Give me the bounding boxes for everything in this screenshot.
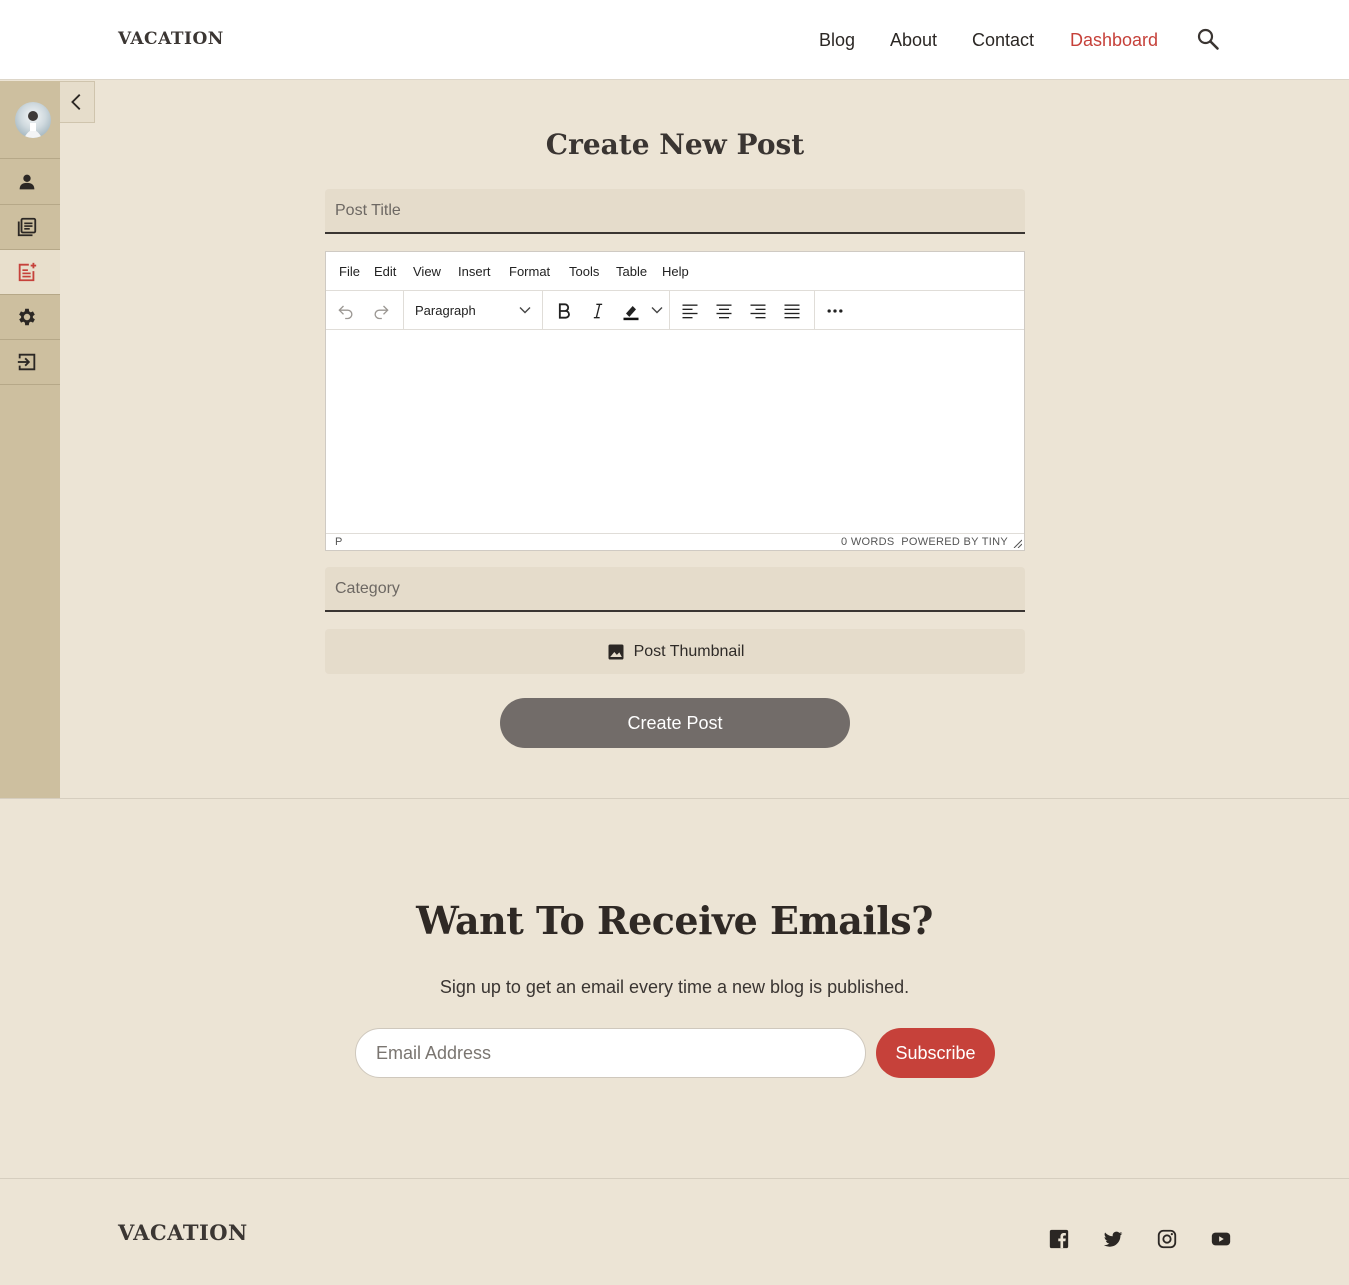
sidebar-avatar-slot	[0, 81, 60, 159]
undo-button[interactable]	[334, 299, 358, 323]
post-title-input[interactable]	[325, 189, 1025, 234]
status-right: 0 WORDS POWERED BY TINY	[841, 536, 1008, 548]
align-right-icon	[750, 304, 766, 319]
menu-insert[interactable]: Insert	[458, 264, 491, 279]
justify-icon	[784, 304, 800, 319]
menu-edit[interactable]: Edit	[374, 264, 396, 279]
page-title: Create New Post	[545, 128, 805, 161]
nav-blog[interactable]: Blog	[819, 29, 855, 51]
footer-brand-logo[interactable]: VACATION	[118, 1220, 248, 1245]
twitter-icon[interactable]	[1102, 1228, 1124, 1250]
category-input[interactable]	[325, 567, 1025, 612]
avatar[interactable]	[15, 102, 51, 138]
site-header: VACATION Blog About Contact Dashboard	[0, 0, 1349, 80]
sidebar-item-profile[interactable]	[0, 160, 60, 205]
justify-button[interactable]	[780, 299, 804, 323]
email-field[interactable]	[355, 1028, 866, 1078]
powered-by-link[interactable]: POWERED BY TINY	[901, 536, 1008, 548]
chevron-down-icon[interactable]	[518, 303, 532, 317]
element-path[interactable]: P	[335, 536, 342, 548]
more-button[interactable]	[823, 299, 847, 323]
main-nav: Blog About Contact Dashboard	[0, 29, 1349, 53]
bold-button[interactable]	[552, 299, 576, 323]
redo-button[interactable]	[369, 299, 393, 323]
sidebar-item-logout[interactable]	[0, 340, 60, 385]
section-divider	[0, 798, 1349, 799]
avatar-person-icon	[24, 111, 42, 138]
dashboard-sidebar	[0, 81, 60, 798]
sidebar-item-settings[interactable]	[0, 295, 60, 340]
posts-icon	[17, 217, 37, 237]
newsletter-subtitle: Sign up to get an email every time a new…	[439, 977, 910, 997]
sidebar-item-posts[interactable]	[0, 205, 60, 250]
image-icon	[608, 644, 624, 659]
redo-icon	[374, 305, 389, 320]
footer-divider	[0, 1178, 1349, 1179]
editor-toolbar: Paragraph	[326, 291, 1024, 330]
menu-table[interactable]: Table	[616, 264, 647, 279]
chevron-left-icon	[71, 94, 81, 110]
menu-format[interactable]: Format	[509, 264, 550, 279]
editor-statusbar: P 0 WORDS POWERED BY TINY	[326, 533, 1024, 550]
nav-about[interactable]: About	[890, 29, 937, 51]
more-icon	[827, 309, 843, 313]
editor-content-area[interactable]	[326, 331, 1024, 532]
facebook-icon[interactable]	[1048, 1228, 1070, 1250]
block-format-select[interactable]: Paragraph	[415, 303, 476, 318]
instagram-icon[interactable]	[1156, 1228, 1178, 1250]
bold-icon	[558, 303, 570, 319]
align-left-icon	[682, 304, 698, 319]
post-thumbnail-upload[interactable]: Post Thumbnail	[325, 629, 1025, 674]
user-icon	[19, 174, 35, 190]
newsletter-title: Want To Receive Emails?	[416, 898, 933, 943]
post-thumbnail-label: Post Thumbnail	[633, 642, 745, 660]
gear-icon	[19, 308, 35, 326]
rich-text-editor: File Edit View Insert Format Tools Table…	[325, 251, 1025, 551]
align-left-button[interactable]	[678, 299, 702, 323]
sidebar-item-new-post[interactable]	[0, 250, 60, 295]
nav-dashboard[interactable]: Dashboard	[1070, 29, 1158, 51]
search-icon[interactable]	[1196, 27, 1220, 51]
align-center-icon	[716, 304, 732, 319]
menu-help[interactable]: Help	[662, 264, 689, 279]
resize-handle-icon[interactable]	[1012, 538, 1022, 548]
logout-icon	[17, 353, 36, 371]
word-count[interactable]: 0 WORDS	[841, 536, 894, 548]
undo-icon	[338, 305, 353, 320]
menu-view[interactable]: View	[413, 264, 441, 279]
italic-icon	[593, 303, 603, 319]
menu-file[interactable]: File	[339, 264, 360, 279]
nav-contact[interactable]: Contact	[972, 29, 1034, 51]
highlight-chevron-icon[interactable]	[650, 303, 664, 317]
editor-menubar: File Edit View Insert Format Tools Table…	[326, 252, 1024, 291]
youtube-icon[interactable]	[1210, 1228, 1232, 1250]
new-post-icon	[18, 262, 37, 282]
subscribe-button[interactable]: Subscribe	[876, 1028, 995, 1078]
highlight-icon	[623, 306, 639, 321]
sidebar-collapse-button[interactable]	[60, 81, 95, 123]
italic-button[interactable]	[586, 299, 610, 323]
align-center-button[interactable]	[712, 299, 736, 323]
align-right-button[interactable]	[746, 299, 770, 323]
highlight-button[interactable]	[619, 299, 643, 323]
create-post-button[interactable]: Create Post	[500, 698, 850, 748]
menu-tools[interactable]: Tools	[569, 264, 599, 279]
